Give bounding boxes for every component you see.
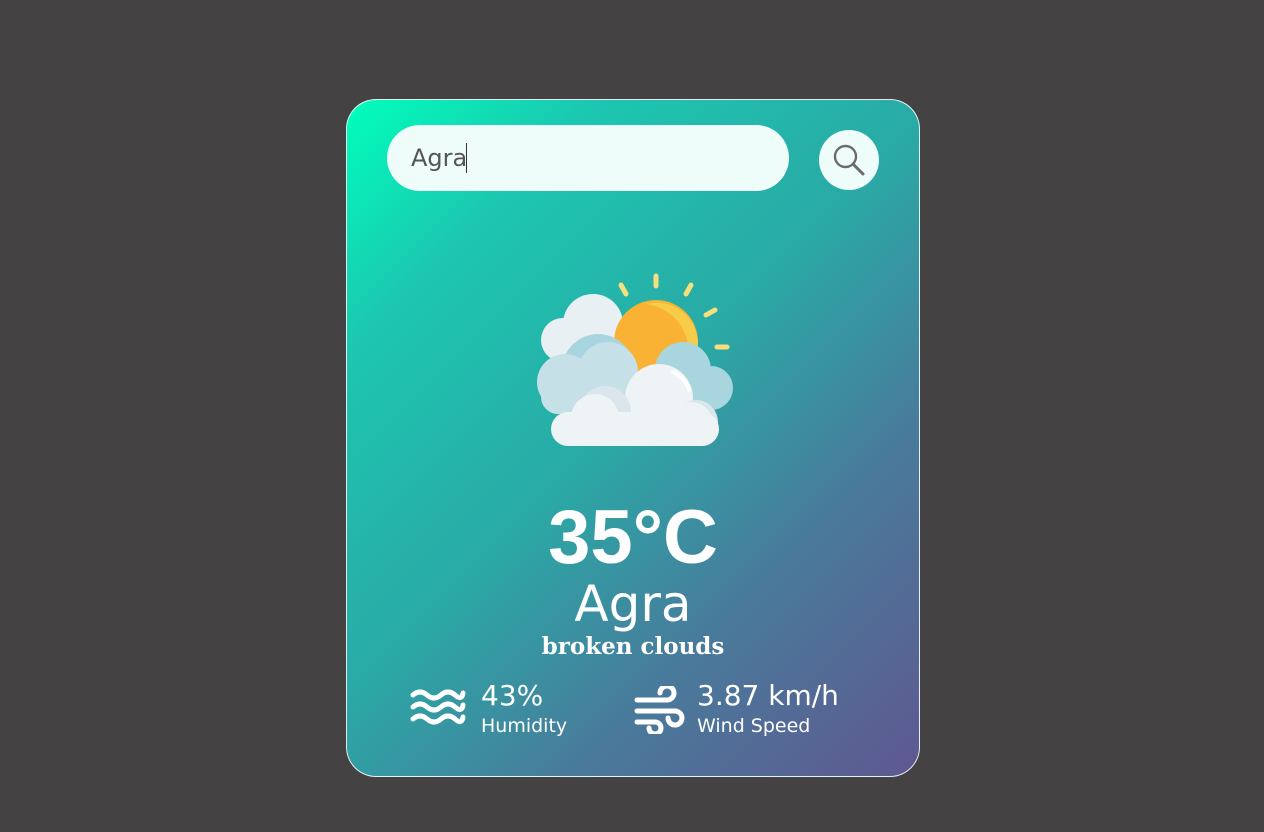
humidity-label: Humidity — [481, 715, 568, 737]
city-name: Agra — [574, 575, 692, 633]
humidity-waves-icon — [410, 689, 466, 725]
text-caret — [466, 143, 467, 173]
humidity-value: 43% — [481, 679, 544, 712]
search-button[interactable] — [819, 130, 879, 190]
search-bar — [387, 124, 881, 192]
humidity-stat: 43% Humidity — [409, 680, 609, 744]
temperature: 35°C — [548, 495, 718, 580]
wind-label: Wind Speed — [697, 715, 811, 737]
search-input[interactable] — [387, 125, 789, 191]
search-icon — [833, 144, 865, 176]
partly-cloudy-icon — [537, 273, 733, 446]
wind-stat: 3.87 km/h Wind Speed — [633, 680, 883, 744]
weather-description: broken clouds — [541, 633, 725, 660]
weather-card: 35°C Agra broken clouds 43% Humidity 3.8… — [346, 99, 920, 777]
wind-icon — [634, 686, 685, 734]
wind-value: 3.87 km/h — [697, 679, 839, 712]
